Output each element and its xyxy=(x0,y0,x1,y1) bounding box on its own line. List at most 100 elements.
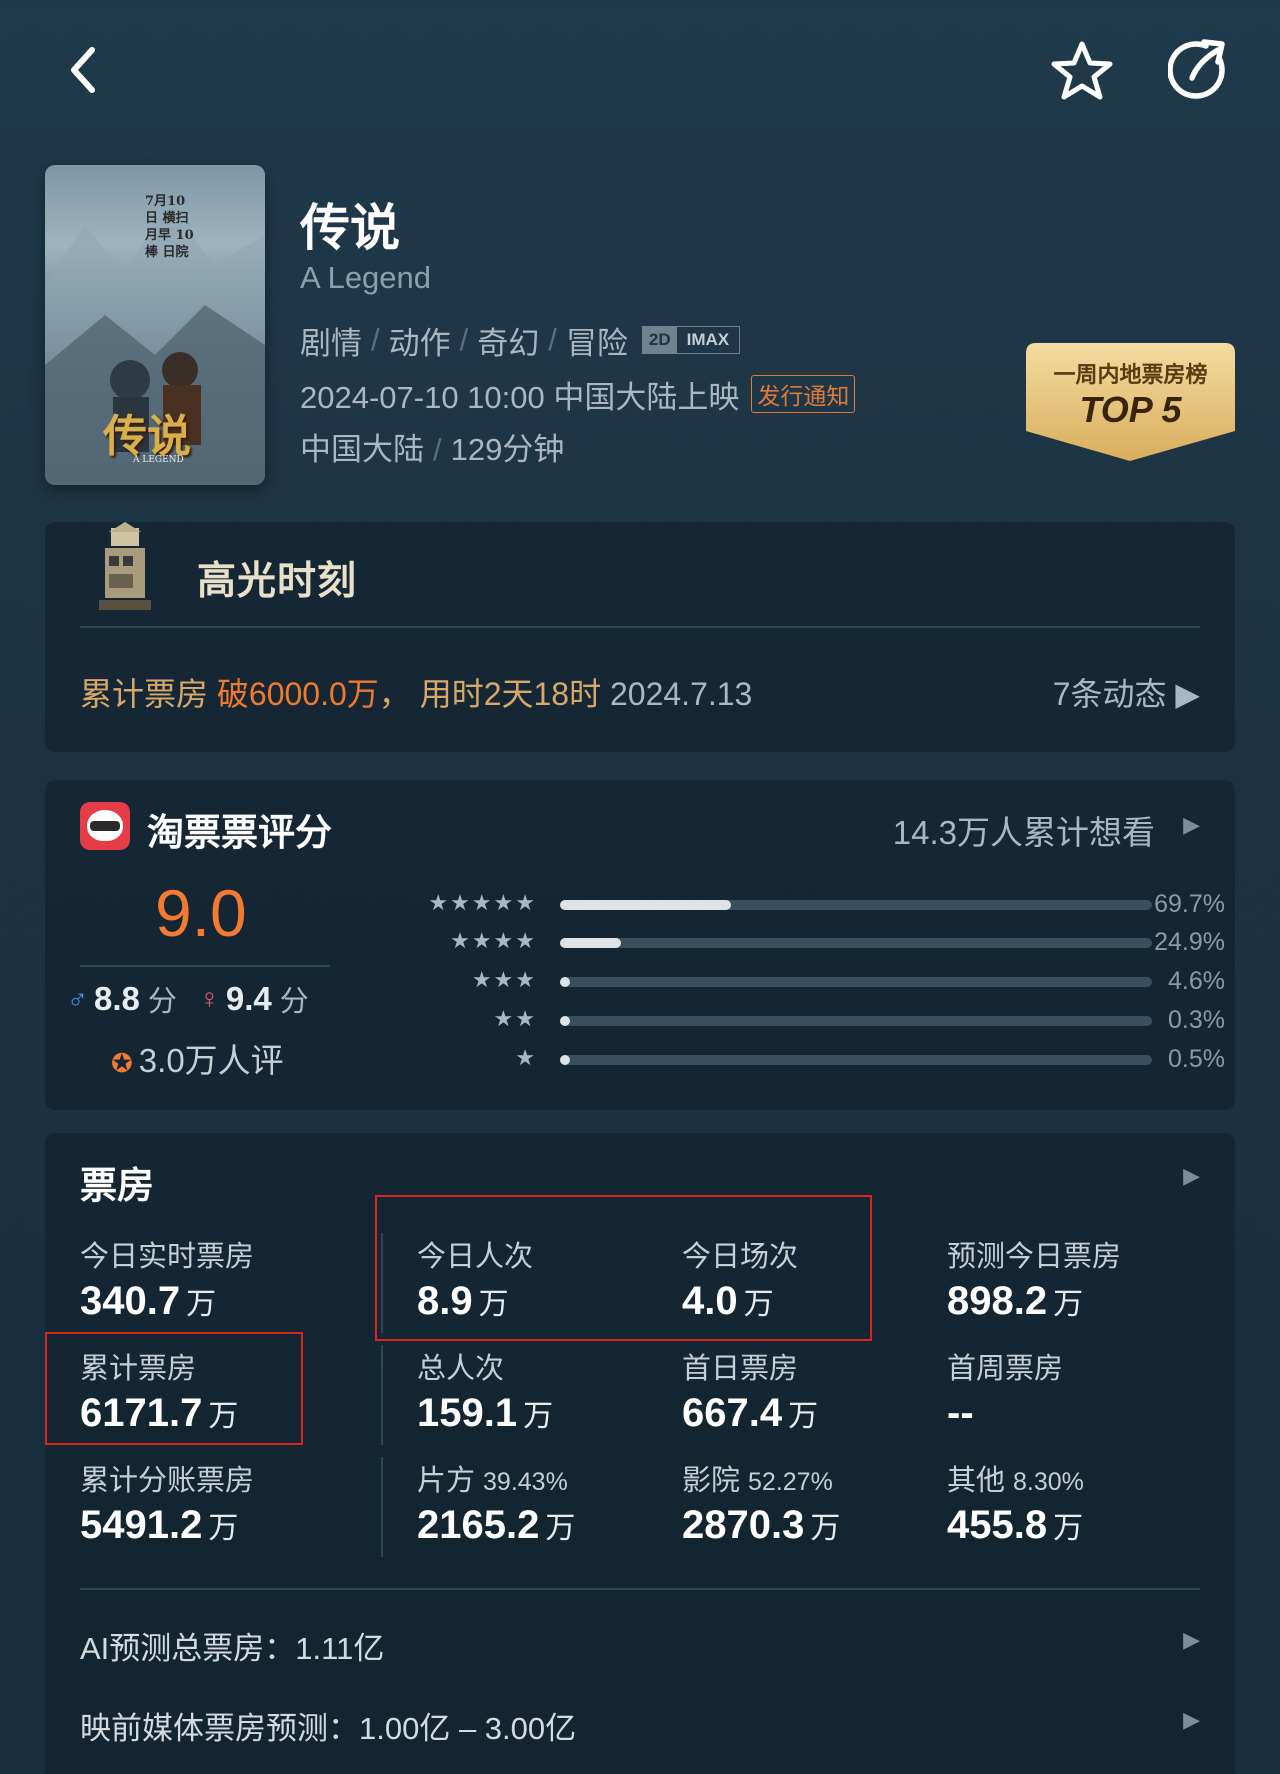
stat-number: 340.7 xyxy=(80,1279,181,1323)
boxoffice-stat: 影院 52.27% 2870.3 万 xyxy=(682,1457,840,1548)
highlight-duration: ， 用时2天18时 xyxy=(378,676,610,712)
highlight-milestone: 破6000.0万 xyxy=(216,676,379,712)
stat-share-percent: 8.30% xyxy=(1013,1468,1084,1496)
rating-bar-track xyxy=(560,938,1152,948)
stat-number: 667.4 xyxy=(682,1391,783,1435)
back-arrow-icon[interactable] xyxy=(60,40,110,100)
stat-label-text: 预测今日票房 xyxy=(947,1241,1122,1273)
stat-label-text: 总人次 xyxy=(417,1353,505,1385)
boxoffice-stat: 首周票房 -- xyxy=(947,1345,1063,1436)
stat-label-text: 今日实时票房 xyxy=(80,1241,255,1273)
rating-row: ★★ 0.3% xyxy=(325,1006,1225,1036)
divider xyxy=(381,1345,383,1445)
ai-forecast[interactable]: AI预测总票房：1.11亿 xyxy=(80,1623,384,1668)
share-icon[interactable] xyxy=(1168,38,1234,104)
taopiaopiao-logo-icon xyxy=(80,802,130,850)
rating-bar-track xyxy=(560,1016,1152,1026)
star-level-icon: ★★★★ xyxy=(450,928,537,953)
boxoffice-stat: 总人次 159.1 万 xyxy=(417,1345,553,1436)
rating-row: ★★★★★ 69.7% xyxy=(325,890,1225,920)
stat-value: -- xyxy=(947,1391,1063,1436)
star-level-icon: ★ xyxy=(515,1045,537,1070)
boxoffice-stat: 首日票房 667.4 万 xyxy=(682,1345,818,1436)
chevron-right-icon[interactable]: ▶ xyxy=(1183,1627,1200,1653)
stat-label-text: 首日票房 xyxy=(682,1353,799,1385)
release-notice-tag[interactable]: 发行通知 xyxy=(751,375,856,413)
release-date: 2024-07-10 10:00 中国大陆上映 xyxy=(300,379,740,415)
rating-row: ★ 0.5% xyxy=(325,1045,1225,1075)
stat-label: 总人次 xyxy=(417,1345,553,1387)
stat-label: 影院 52.27% xyxy=(682,1457,840,1499)
rating-bar-track xyxy=(560,1055,1152,1065)
rating-percent: 24.9% xyxy=(1154,928,1225,956)
stat-label-text: 片方 xyxy=(417,1465,476,1497)
chevron-right-icon[interactable]: ▶ xyxy=(1183,1163,1200,1189)
stat-unit: 万 xyxy=(810,1512,841,1545)
stat-label: 其他 8.30% xyxy=(947,1457,1084,1499)
stat-label-text: 首周票房 xyxy=(947,1353,1064,1385)
badge-label: 一周内地票房榜 xyxy=(1053,362,1208,387)
stat-unit: 万 xyxy=(545,1512,576,1545)
rating-title: 淘票票评分 xyxy=(147,812,332,853)
stat-label: 今日实时票房 xyxy=(80,1233,254,1275)
boxoffice-stat: 其他 8.30% 455.8 万 xyxy=(947,1457,1084,1548)
stat-number: 5491.2 xyxy=(80,1503,203,1547)
divider xyxy=(381,1457,383,1557)
rating-row: ★★★★ 24.9% xyxy=(325,928,1225,958)
stat-value: 455.8 万 xyxy=(947,1503,1084,1548)
stat-label: 累计分账票房 xyxy=(80,1457,254,1499)
rating-bar-fill xyxy=(560,1016,570,1026)
star-outline-icon[interactable] xyxy=(1048,38,1116,104)
format-tags: 2D IMAX xyxy=(641,326,741,354)
highlight-card[interactable]: 高光时刻 累计票房 破6000.0万， 用时2天18时 2024.7.13 7条… xyxy=(45,522,1235,752)
highlight-more-link[interactable]: 7条动态 ▶ xyxy=(1053,669,1200,715)
rating-bar-track xyxy=(560,977,1152,987)
highlight-prefix: 累计票房 xyxy=(80,676,217,712)
divider xyxy=(80,1588,1200,1590)
stat-number: -- xyxy=(947,1391,974,1435)
film-reel-icon xyxy=(99,522,151,610)
stat-unit: 万 xyxy=(1053,1512,1084,1545)
format-tag-imax: IMAX xyxy=(686,330,730,349)
movie-poster[interactable]: 7月10日 横扫 月早 10 棒 日院 传说 A LEGEND xyxy=(45,165,265,485)
movie-title: 传说 xyxy=(300,200,400,256)
poster-subtitle: A LEGEND xyxy=(133,455,184,465)
stat-value: 2870.3 万 xyxy=(682,1503,840,1548)
stat-share-percent: 39.43% xyxy=(483,1468,568,1496)
star-rating-icon: ✪ xyxy=(111,1048,133,1078)
stat-number: 898.2 xyxy=(947,1279,1048,1323)
country-duration: 中国大陆/129分钟 xyxy=(300,432,565,467)
overall-score: 9.0 xyxy=(155,876,247,950)
boxoffice-title: 票房 xyxy=(80,1165,154,1206)
badge-rank: TOP 5 xyxy=(1079,389,1182,430)
highlight-text: 累计票房 破6000.0万， 用时2天18时 2024.7.13 xyxy=(80,669,752,715)
boxoffice-stat: 累计分账票房 5491.2 万 xyxy=(80,1457,254,1548)
gender-scores: ♂ 8.8 分 ♀ 9.4 分 xyxy=(67,978,331,1020)
boxoffice-stat: 今日实时票房 340.7 万 xyxy=(80,1233,254,1324)
genre-list: 剧情 / 动作 / 奇幻 / 冒险 2D IMAX xyxy=(300,320,741,361)
rater-count-text: 3.0万人评 xyxy=(138,1042,284,1079)
format-tag-2d: 2D xyxy=(642,327,677,353)
stat-unit: 万 xyxy=(523,1400,554,1433)
boxoffice-stat: 预测今日票房 898.2 万 xyxy=(947,1233,1121,1324)
media-forecast[interactable]: 映前媒体票房预测：1.00亿 – 3.00亿 xyxy=(80,1703,576,1748)
rating-percent: 0.3% xyxy=(1168,1006,1225,1034)
genre-item: 动作 xyxy=(388,325,451,361)
stat-unit: 万 xyxy=(208,1512,239,1545)
chevron-right-icon[interactable]: ▶ xyxy=(1183,812,1200,838)
rating-bar-track xyxy=(560,900,1152,910)
genre-item: 冒险 xyxy=(565,325,628,361)
chevron-right-icon[interactable]: ▶ xyxy=(1183,1707,1200,1733)
stat-number: 2165.2 xyxy=(417,1503,540,1547)
rating-percent: 4.6% xyxy=(1168,967,1225,995)
stat-label: 片方 39.43% xyxy=(417,1457,575,1499)
female-icon: ♀ xyxy=(198,983,220,1014)
highlight-date: 2024.7.13 xyxy=(609,676,753,712)
stat-value: 340.7 万 xyxy=(80,1279,254,1324)
star-level-icon: ★★ xyxy=(493,1006,537,1031)
weekly-top5-badge[interactable]: 一周内地票房榜 TOP 5 xyxy=(1026,343,1235,461)
stat-value: 159.1 万 xyxy=(417,1391,553,1436)
rating-bar-fill xyxy=(560,977,570,987)
stat-label: 首日票房 xyxy=(682,1345,818,1387)
want-see-count[interactable]: 14.3万人累计想看 xyxy=(893,806,1155,854)
